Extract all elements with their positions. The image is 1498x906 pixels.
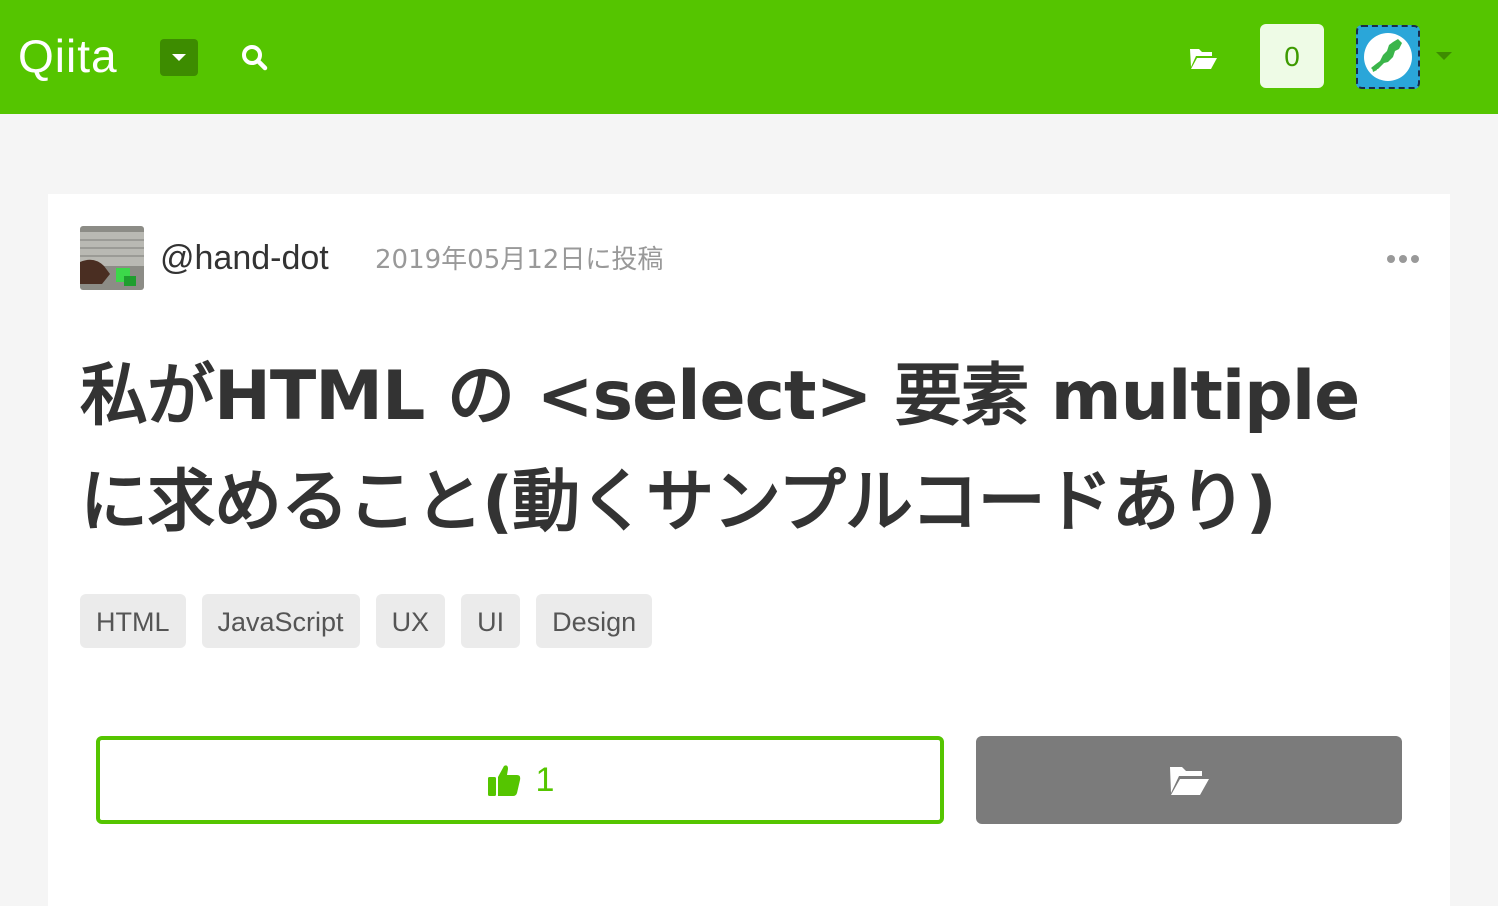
japan-map-icon xyxy=(1364,33,1412,81)
like-count: 1 xyxy=(535,760,555,799)
stock-button[interactable] xyxy=(976,736,1402,824)
community-menu-button[interactable] xyxy=(160,39,198,76)
folder-open-icon xyxy=(1170,767,1209,795)
author-username[interactable]: @hand-dot xyxy=(160,238,329,278)
user-avatar[interactable] xyxy=(1356,25,1420,89)
caret-down-icon xyxy=(172,54,186,61)
folder-open-icon[interactable] xyxy=(1188,45,1218,71)
author-avatar[interactable] xyxy=(80,226,144,290)
article-title: 私がHTML の <select> 要素 multiple に求めること(動くサ… xyxy=(80,357,1360,542)
more-options-icon[interactable] xyxy=(1387,255,1419,263)
caret-down-icon[interactable] xyxy=(1436,52,1452,60)
article-card: @hand-dot 2019年05月12日に投稿 私がHTML の <selec… xyxy=(48,194,1450,906)
tag-design[interactable]: Design xyxy=(536,594,653,648)
notification-count-button[interactable]: 0 xyxy=(1260,24,1324,88)
tag-html[interactable]: HTML xyxy=(80,594,186,648)
search-icon[interactable] xyxy=(240,43,268,71)
thumbs-up-icon xyxy=(487,765,520,796)
tag-ux[interactable]: UX xyxy=(375,594,446,648)
tag-list: HTML JavaScript UX UI Design xyxy=(80,594,653,648)
global-header: Qiita 0 xyxy=(0,0,1498,114)
tag-javascript[interactable]: JavaScript xyxy=(201,594,360,648)
qiita-logo[interactable]: Qiita xyxy=(18,30,118,82)
tag-ui[interactable]: UI xyxy=(461,594,521,648)
like-button[interactable]: 1 xyxy=(96,736,944,824)
post-date: 2019年05月12日に投稿 xyxy=(375,245,664,275)
